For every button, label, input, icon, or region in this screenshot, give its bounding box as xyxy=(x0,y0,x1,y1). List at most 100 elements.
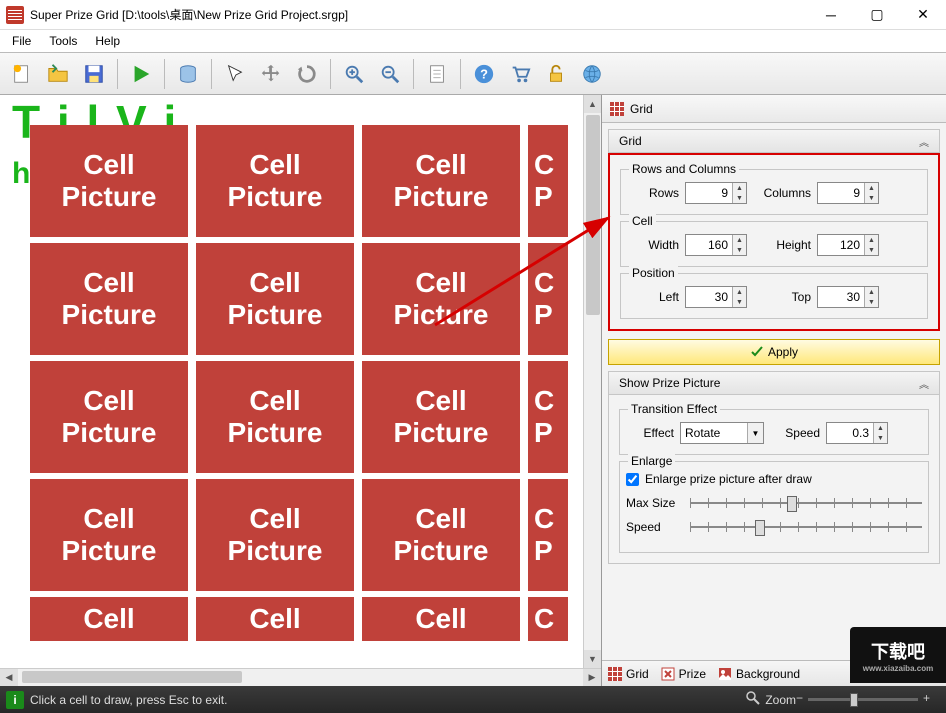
left-label: Left xyxy=(627,290,679,304)
scroll-thumb[interactable] xyxy=(586,115,600,315)
zoom-slider[interactable]: − + xyxy=(808,698,918,701)
grid-cell[interactable]: CellPicture xyxy=(30,479,188,591)
app-icon xyxy=(6,6,24,24)
position-group: Position Left ▲▼ Top ▲▼ xyxy=(620,273,928,319)
spin-up-icon[interactable]: ▲ xyxy=(733,183,746,193)
document-button[interactable] xyxy=(421,58,453,90)
cart-button[interactable] xyxy=(504,58,536,90)
grid-cell[interactable]: CellPicture xyxy=(196,361,354,473)
scroll-down-icon[interactable]: ▼ xyxy=(584,650,601,668)
save-button[interactable] xyxy=(78,58,110,90)
grid-cell[interactable]: CellPicture xyxy=(30,243,188,355)
position-label: Position xyxy=(629,266,678,280)
width-label: Width xyxy=(627,238,679,252)
pointer-button[interactable] xyxy=(219,58,251,90)
toolbar: ? xyxy=(0,53,946,95)
help-button[interactable]: ? xyxy=(468,58,500,90)
section-grid-header[interactable]: Grid︽ xyxy=(608,129,940,153)
grid-cell[interactable]: C xyxy=(528,597,568,641)
rows-input[interactable]: ▲▼ xyxy=(685,182,747,204)
spin-down-icon[interactable]: ▼ xyxy=(733,193,746,203)
grid-cell[interactable]: CP xyxy=(528,243,568,355)
tab-background[interactable]: Background xyxy=(718,667,800,681)
grid-cell[interactable]: CellPicture xyxy=(362,361,520,473)
minimize-button[interactable]: ─ xyxy=(808,0,854,29)
window-title: Super Prize Grid [D:\tools\桌面\New Prize … xyxy=(30,6,808,23)
chevron-up-icon: ︽ xyxy=(919,134,929,149)
grid-cell[interactable]: Cell xyxy=(30,597,188,641)
zoom-label: Zoom xyxy=(765,693,796,707)
menu-file[interactable]: File xyxy=(4,32,39,50)
speed-input[interactable]: ▲▼ xyxy=(826,422,888,444)
cell-group: Cell Width ▲▼ Height ▲▼ xyxy=(620,221,928,267)
rotate-button[interactable] xyxy=(291,58,323,90)
enlarge-speed-slider[interactable] xyxy=(690,518,922,536)
transition-label: Transition Effect xyxy=(628,402,720,416)
columns-label: Columns xyxy=(753,186,811,200)
grid-cell[interactable]: CP xyxy=(528,125,568,237)
maximize-button[interactable]: ▢ xyxy=(854,0,900,29)
effect-label: Effect xyxy=(626,426,674,440)
width-input[interactable]: ▲▼ xyxy=(685,234,747,256)
canvas-pane: T i l V i ht CellPictureCellPictureCellP… xyxy=(0,95,602,686)
grid-cell[interactable]: CP xyxy=(528,361,568,473)
columns-input[interactable]: ▲▼ xyxy=(817,182,879,204)
maxsize-slider[interactable] xyxy=(690,494,922,512)
scroll-left-icon[interactable]: ◀ xyxy=(0,669,18,686)
vertical-scrollbar[interactable]: ▲ ▼ xyxy=(583,95,601,668)
grid-cell[interactable]: CellPicture xyxy=(362,479,520,591)
grid-cell[interactable]: CellPicture xyxy=(362,243,520,355)
grid-cell[interactable]: CellPicture xyxy=(196,479,354,591)
height-input[interactable]: ▲▼ xyxy=(817,234,879,256)
apply-button[interactable]: Apply xyxy=(608,339,940,365)
unlock-button[interactable] xyxy=(540,58,572,90)
section-grid-body: Rows and Columns Rows ▲▼ Columns ▲▼ Cell… xyxy=(608,153,940,331)
tab-prize[interactable]: Prize xyxy=(661,667,706,681)
status-icon: i xyxy=(6,691,24,709)
scroll-right-icon[interactable]: ▶ xyxy=(583,669,601,686)
horizontal-scrollbar[interactable]: ◀ ▶ xyxy=(0,668,601,686)
scroll-thumb-h[interactable] xyxy=(22,671,242,683)
zoom-minus-icon[interactable]: − xyxy=(796,691,803,705)
globe-button[interactable] xyxy=(576,58,608,90)
enlarge-checkbox[interactable]: Enlarge prize picture after draw xyxy=(626,472,922,486)
database-button[interactable] xyxy=(172,58,204,90)
section-showprize-header[interactable]: Show Prize Picture︽ xyxy=(608,371,940,395)
grid-cell[interactable]: CellPicture xyxy=(362,125,520,237)
scroll-up-icon[interactable]: ▲ xyxy=(584,95,601,113)
open-button[interactable] xyxy=(42,58,74,90)
panel-title-text: Grid xyxy=(630,102,653,116)
grid-cell[interactable]: Cell xyxy=(196,597,354,641)
check-icon xyxy=(750,345,764,359)
menu-tools[interactable]: Tools xyxy=(41,32,85,50)
effect-combo[interactable]: ▼ xyxy=(680,422,764,444)
tab-grid[interactable]: Grid xyxy=(608,667,649,681)
zoom-in-button[interactable] xyxy=(338,58,370,90)
grid-cell[interactable]: CP xyxy=(528,479,568,591)
rows-label: Rows xyxy=(627,186,679,200)
top-input[interactable]: ▲▼ xyxy=(817,286,879,308)
speed-label: Speed xyxy=(770,426,820,440)
play-button[interactable] xyxy=(125,58,157,90)
menu-bar: File Tools Help xyxy=(0,30,946,53)
grid-cell[interactable]: CellPicture xyxy=(30,361,188,473)
grid-cell[interactable]: Cell xyxy=(362,597,520,641)
enlarge-label: Enlarge xyxy=(628,454,675,468)
zoom-out-button[interactable] xyxy=(374,58,406,90)
zoom-plus-icon[interactable]: + xyxy=(923,691,930,705)
chevron-down-icon[interactable]: ▼ xyxy=(747,423,763,443)
move-button[interactable] xyxy=(255,58,287,90)
left-input[interactable]: ▲▼ xyxy=(685,286,747,308)
title-bar: Super Prize Grid [D:\tools\桌面\New Prize … xyxy=(0,0,946,30)
watermark: 下载吧 www.xiazaiba.com xyxy=(850,627,946,683)
rows-cols-group: Rows and Columns Rows ▲▼ Columns ▲▼ xyxy=(620,169,928,215)
grid-cell[interactable]: CellPicture xyxy=(30,125,188,237)
section-showprize-body: Transition Effect Effect ▼ Speed ▲▼ Enla… xyxy=(608,395,940,564)
grid-cell[interactable]: CellPicture xyxy=(196,125,354,237)
menu-help[interactable]: Help xyxy=(87,32,128,50)
close-button[interactable]: ✕ xyxy=(900,0,946,29)
canvas[interactable]: T i l V i ht CellPictureCellPictureCellP… xyxy=(0,95,583,668)
maxsize-label: Max Size xyxy=(626,496,682,510)
new-button[interactable] xyxy=(6,58,38,90)
grid-cell[interactable]: CellPicture xyxy=(196,243,354,355)
